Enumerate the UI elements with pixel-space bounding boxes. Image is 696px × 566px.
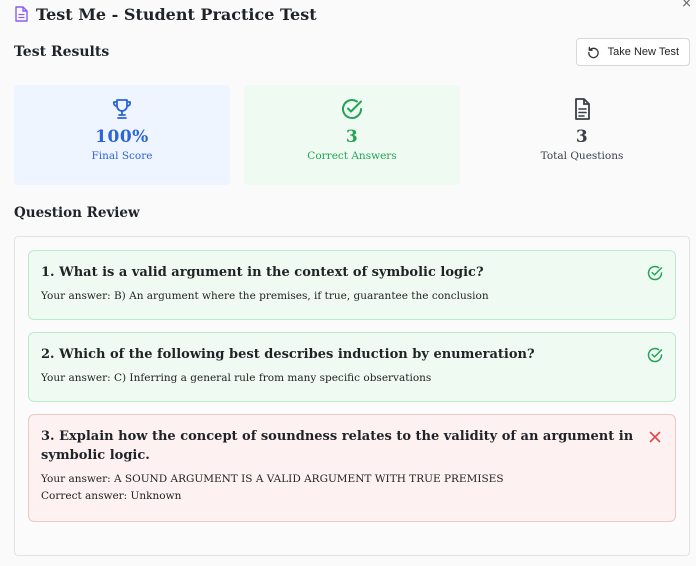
total-questions-value: 3 <box>575 127 589 147</box>
results-heading: Test Results <box>14 44 110 60</box>
your-answer: Your answer: A SOUND ARGUMENT IS A VALID… <box>41 473 504 485</box>
question-review-panel[interactable]: 1. What is a valid argument in the conte… <box>14 236 690 556</box>
your-answer: Your answer: C) Inferring a general rule… <box>41 372 432 384</box>
take-new-test-label: Take New Test <box>607 46 679 58</box>
question-text: 2. Which of the following best describes… <box>41 347 535 362</box>
close-icon[interactable]: × <box>681 0 692 11</box>
question-review-heading: Question Review <box>14 205 140 221</box>
x-icon <box>649 431 661 443</box>
check-circle-icon <box>647 347 663 363</box>
question-card: 3. Explain how the concept of soundness … <box>28 414 676 522</box>
final-score-label: Final Score <box>91 150 153 162</box>
title-bar: Test Me - Student Practice Test <box>14 4 317 24</box>
take-new-test-button[interactable]: Take New Test <box>575 38 690 66</box>
question-text: 3. Explain how the concept of soundness … <box>41 429 634 463</box>
document-icon <box>575 98 590 120</box>
correct-answers-card: 3 Correct Answers <box>244 85 460 185</box>
stats-row: 100% Final Score 3 Correct Answers 3 Tot… <box>14 85 690 185</box>
check-circle-icon <box>342 99 362 119</box>
question-card: 2. Which of the following best describes… <box>28 332 676 402</box>
question-text: 1. What is a valid argument in the conte… <box>41 265 484 280</box>
check-circle-icon <box>647 265 663 281</box>
correct-answers-value: 3 <box>345 127 359 147</box>
final-score-card: 100% Final Score <box>14 85 230 185</box>
your-answer: Your answer: B) An argument where the pr… <box>41 290 489 302</box>
correct-answer: Correct answer: Unknown <box>41 490 182 502</box>
document-title-icon <box>14 6 28 22</box>
final-score-value: 100% <box>95 127 149 147</box>
total-questions-label: Total Questions <box>540 150 624 162</box>
refresh-icon <box>587 46 599 58</box>
correct-answers-label: Correct Answers <box>307 150 397 162</box>
trophy-icon <box>112 99 132 119</box>
test-results-window: × Test Me - Student Practice Test Test R… <box>0 0 696 566</box>
window-title: Test Me - Student Practice Test <box>36 4 317 24</box>
total-questions-card: 3 Total Questions <box>474 85 690 185</box>
results-header: Test Results Take New Test <box>14 38 690 66</box>
question-card: 1. What is a valid argument in the conte… <box>28 250 676 320</box>
